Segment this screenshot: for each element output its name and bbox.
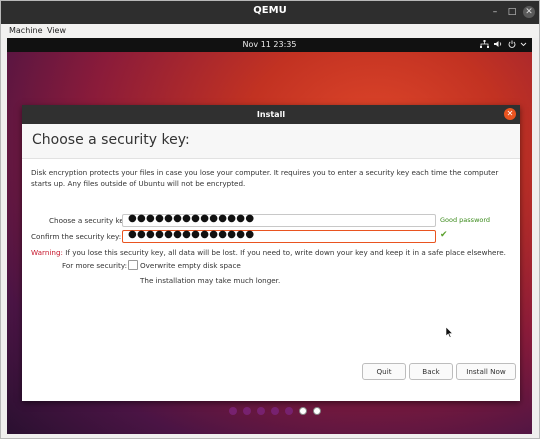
progress-step-dot — [257, 407, 265, 415]
page-title: Choose a security key: — [32, 132, 190, 148]
security-key-field[interactable]: ●●●●●●●●●●●●●● — [122, 213, 436, 227]
back-button[interactable]: Back — [409, 363, 453, 380]
more-security-label: For more security: — [62, 261, 128, 270]
close-button[interactable]: ✕ — [523, 6, 535, 18]
security-key-value: ●●●●●●●●●●●●●● — [128, 213, 255, 224]
install-now-button[interactable]: Install Now — [456, 363, 516, 380]
checkmark-icon: ✔ — [440, 230, 448, 240]
window-title: QEMU — [253, 5, 287, 16]
quit-button[interactable]: Quit — [362, 363, 406, 380]
confirm-key-field[interactable]: ●●●●●●●●●●●●●● — [122, 229, 436, 243]
key-label: Choose a security key: — [49, 216, 130, 225]
mouse-cursor — [445, 326, 454, 341]
progress-step-dot — [229, 407, 237, 415]
volume-icon[interactable] — [494, 40, 503, 50]
menu-view[interactable]: View — [47, 26, 66, 35]
progress-step-dot — [285, 407, 293, 415]
overwrite-label[interactable]: Overwrite empty disk space — [140, 261, 241, 270]
chevron-down-icon[interactable] — [520, 40, 527, 50]
confirm-key-value: ●●●●●●●●●●●●●● — [128, 229, 255, 240]
minimize-button[interactable]: – — [489, 6, 501, 18]
dialog-title: Install — [256, 110, 286, 119]
confirm-label: Confirm the security key: — [31, 232, 122, 241]
install-dialog: Install ✕ Choose a security key: Disk en… — [22, 105, 520, 415]
description: Disk encryption protects your files in c… — [31, 168, 499, 188]
menu-machine[interactable]: Machine — [9, 26, 43, 35]
qemu-titlebar: QEMU – □ ✕ — [1, 1, 539, 24]
progress-step-dot — [271, 407, 279, 415]
clock[interactable]: Nov 11 23:35 — [7, 40, 532, 49]
progress-step-dot — [299, 407, 307, 415]
network-icon[interactable] — [480, 40, 489, 50]
overwrite-note: The installation may take much longer. — [140, 276, 281, 285]
progress-step-dot — [243, 407, 251, 415]
power-icon[interactable] — [508, 40, 516, 50]
heading-area: Choose a security key: — [22, 124, 520, 159]
warning-text: Warning: If you lose this security key, … — [31, 248, 506, 257]
dialog-titlebar: Install ✕ — [22, 105, 520, 124]
warning-prefix: Warning: — [31, 248, 63, 257]
guest-screen: Nov 11 23:35 Install ✕ Choose a security… — [7, 38, 532, 434]
dialog-close-button[interactable]: ✕ — [504, 108, 516, 120]
qemu-window: QEMU – □ ✕ Machine View Nov 11 23:35 Ins… — [0, 0, 540, 439]
gnome-top-bar: Nov 11 23:35 — [7, 38, 532, 52]
warning-body: If you lose this security key, all data … — [62, 248, 506, 257]
progress-step-dot — [313, 407, 321, 415]
password-strength: Good password — [440, 216, 491, 224]
menubar: Machine View — [1, 24, 539, 38]
overwrite-checkbox[interactable] — [128, 260, 138, 270]
maximize-button[interactable]: □ — [506, 6, 518, 18]
